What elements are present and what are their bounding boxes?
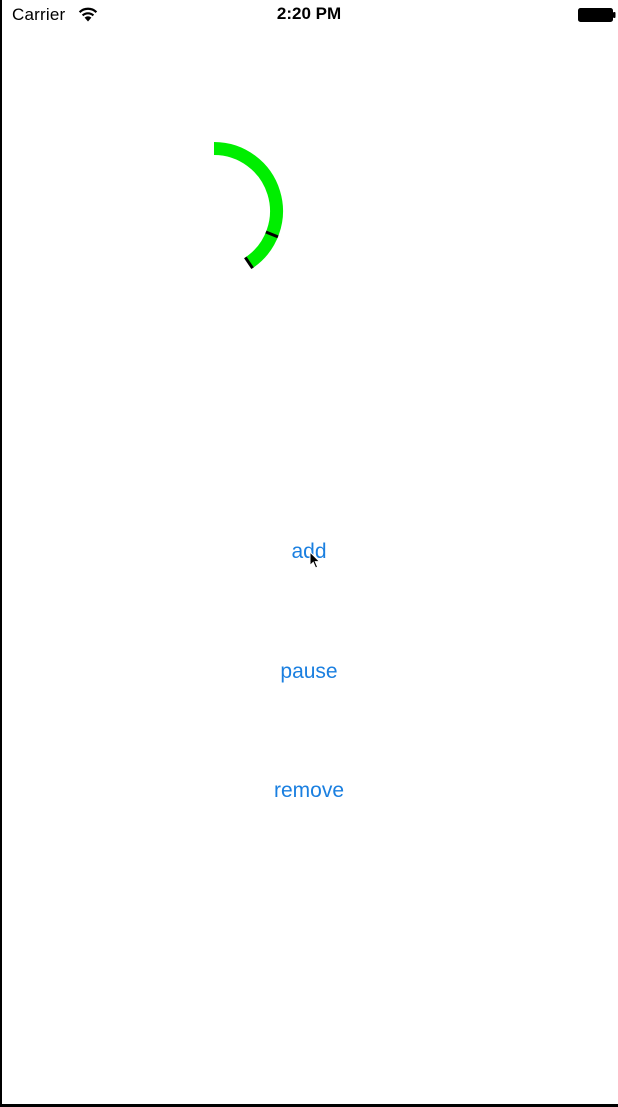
battery-icon [578,8,616,22]
progress-arc [213,142,283,269]
circular-progress-indicator [213,142,283,270]
clock-time: 2:20 PM [276,4,342,23]
mouse-pointer-icon [309,551,321,569]
remove-button[interactable]: remove [0,773,618,809]
status-bar: Carrier 2:20 PM [0,0,618,30]
pause-button[interactable]: pause [0,654,618,690]
